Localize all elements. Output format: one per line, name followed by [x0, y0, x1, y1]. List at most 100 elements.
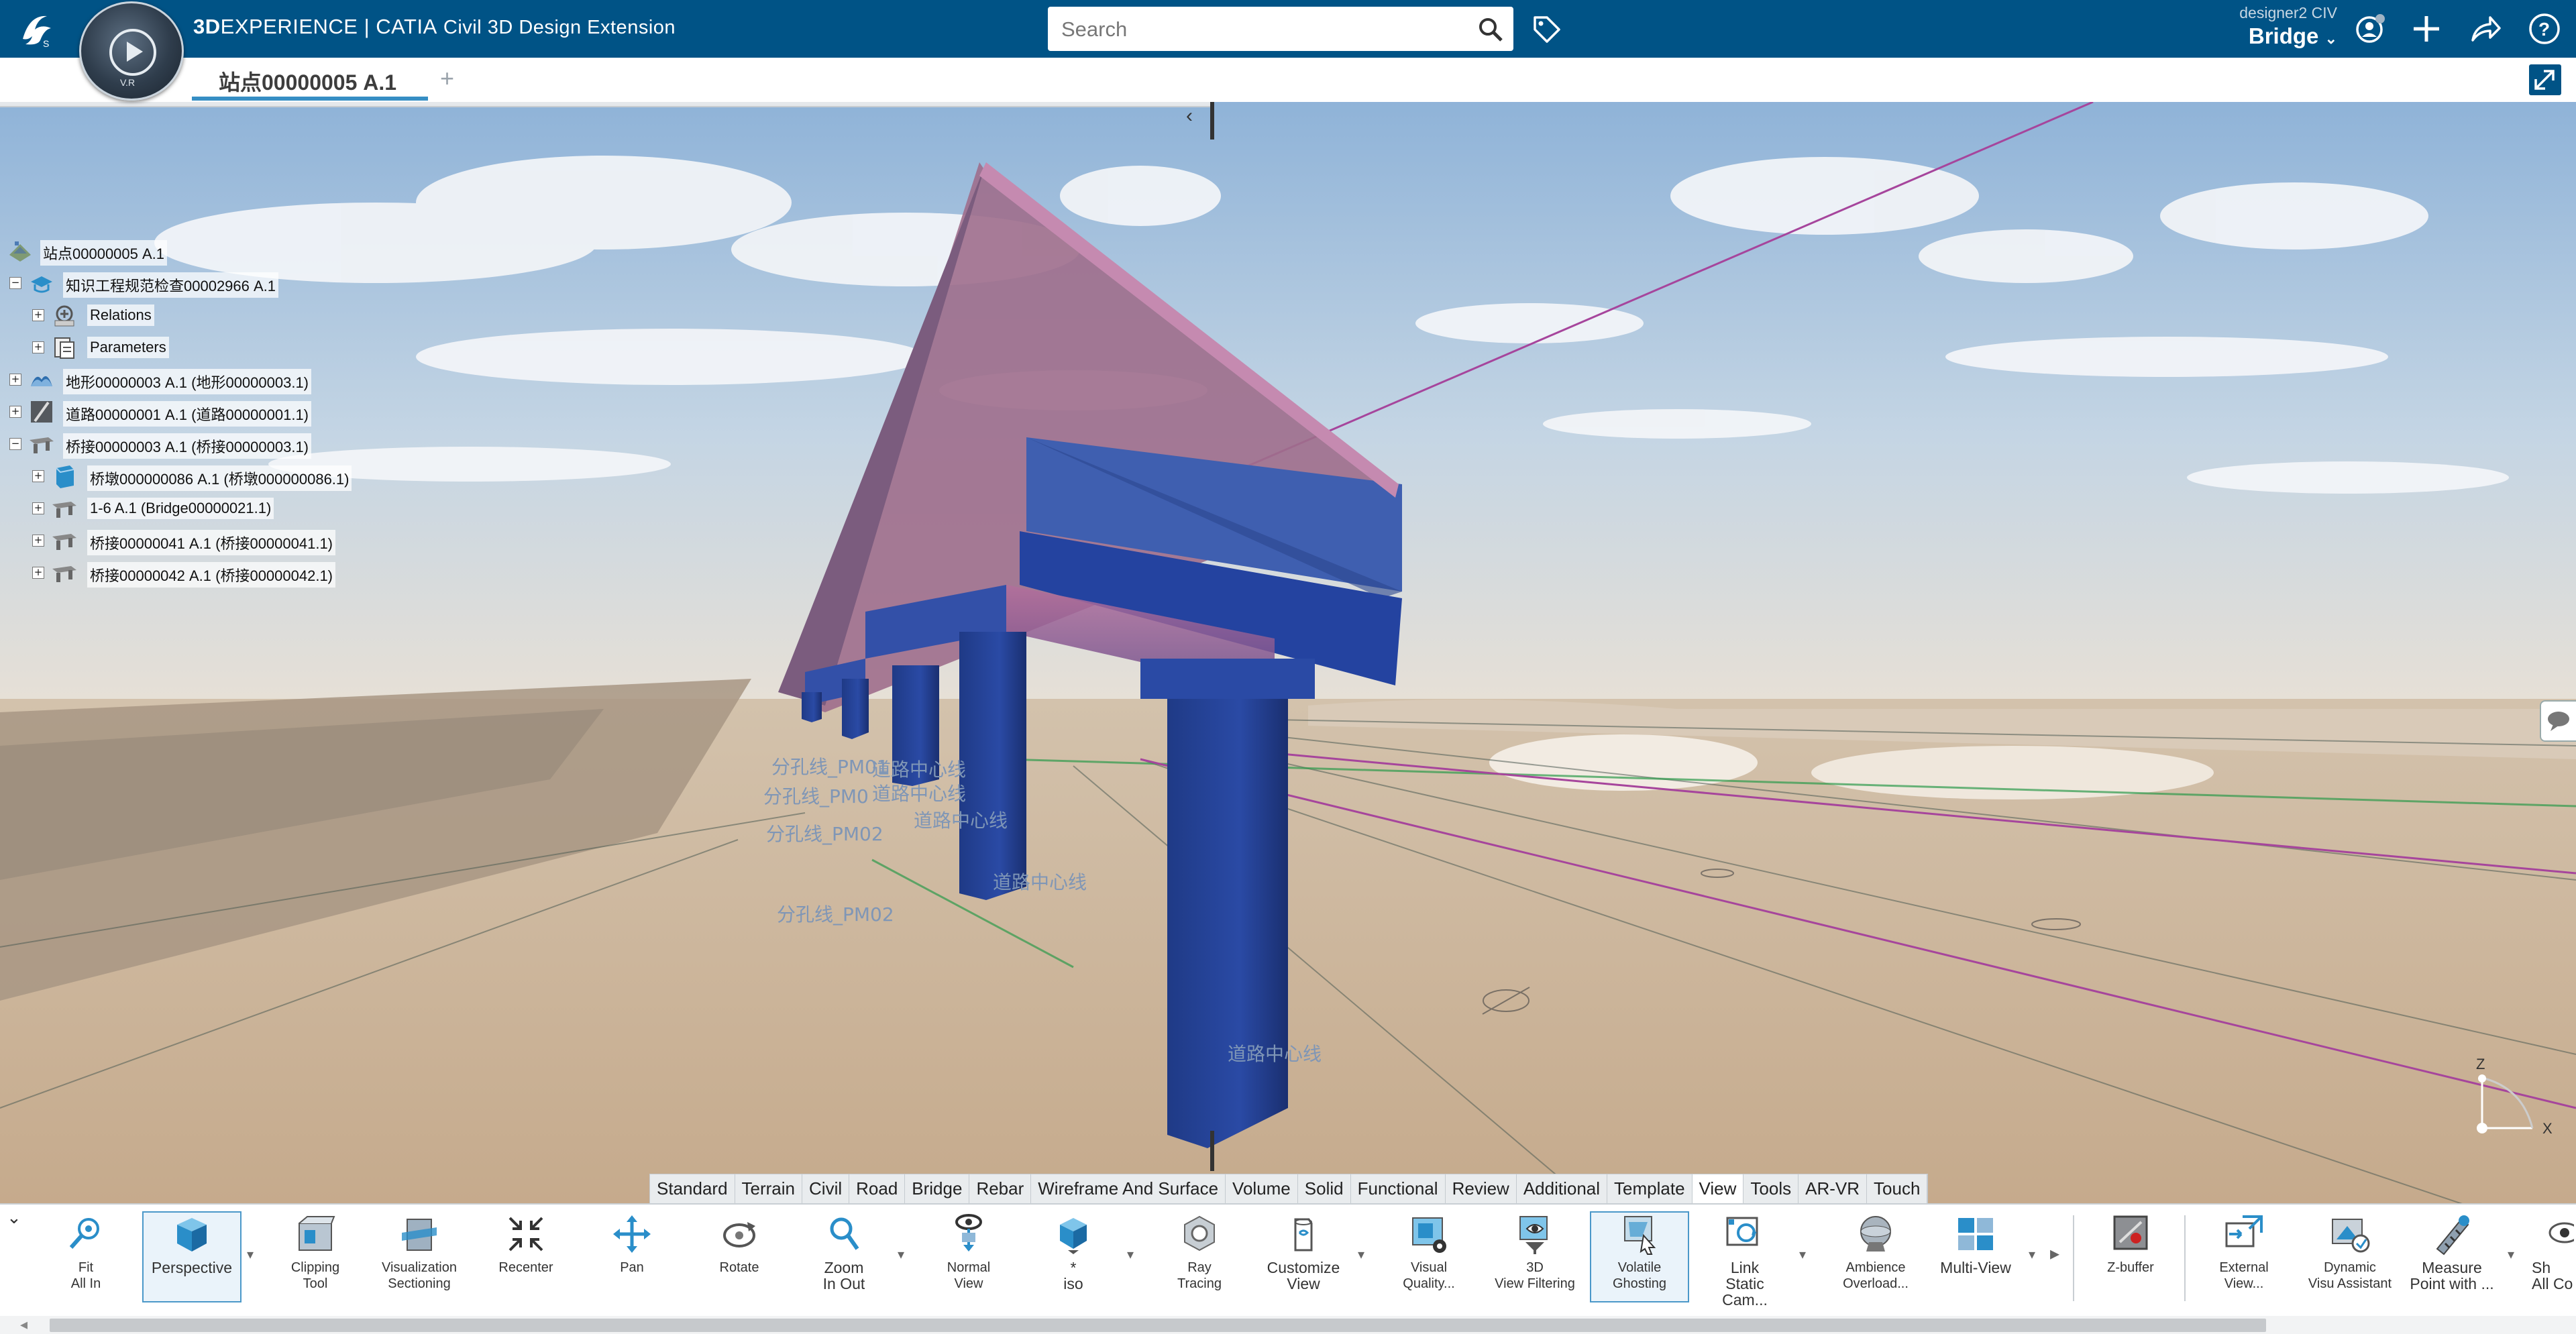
section-tab-rebar[interactable]: Rebar: [969, 1174, 1032, 1204]
z-buffer-button[interactable]: Z-buffer: [2097, 1213, 2164, 1276]
search-box[interactable]: [1048, 7, 1513, 51]
collapse-toggle[interactable]: −: [9, 277, 21, 289]
chevron-down-icon[interactable]: ▾: [2508, 1246, 2514, 1263]
external-view-button[interactable]: External View...: [2207, 1213, 2281, 1292]
expand-toggle[interactable]: +: [32, 567, 44, 579]
ray-tracing-icon: [1184, 1215, 1215, 1252]
section-tab-road[interactable]: Road: [849, 1174, 906, 1204]
section-tab-solid[interactable]: Solid: [1298, 1174, 1351, 1204]
section-tab-template[interactable]: Template: [1607, 1174, 1693, 1204]
dassault-logo-icon[interactable]: S: [17, 9, 64, 50]
section-tab-functional[interactable]: Functional: [1351, 1174, 1446, 1204]
expand-toggle[interactable]: +: [32, 341, 44, 353]
multi-view-icon: [1958, 1218, 1993, 1250]
measure-point-button[interactable]: Measure Point with ...: [2402, 1213, 2502, 1292]
visual-quality-button[interactable]: Visual Quality...: [1395, 1213, 1462, 1292]
chevron-down-icon[interactable]: ▾: [2029, 1246, 2035, 1263]
bridge-icon: [52, 566, 76, 582]
section-tab-bridge[interactable]: Bridge: [905, 1174, 970, 1204]
expand-toggle[interactable]: +: [9, 406, 21, 418]
search-input[interactable]: [1060, 16, 1465, 43]
dynamic-visu-assistant-button[interactable]: Dynamic Visu Assistant: [2300, 1213, 2400, 1292]
section-tab-wireframe-and-surface[interactable]: Wireframe And Surface: [1031, 1174, 1226, 1204]
collab-space-selector[interactable]: Bridge ⌄: [2220, 23, 2337, 49]
comment-bubble-icon[interactable]: [2540, 700, 2576, 742]
scroll-left-icon[interactable]: ◂: [20, 1316, 28, 1333]
section-tab-review[interactable]: Review: [1446, 1174, 1517, 1204]
play-icon[interactable]: [109, 29, 156, 76]
iso-view-button[interactable]: * iso: [1040, 1213, 1107, 1292]
chevron-down-icon: ⌄: [2324, 30, 2337, 47]
chevron-down-icon[interactable]: ▾: [1799, 1246, 1806, 1263]
show-all-button[interactable]: Sh All Co: [2529, 1213, 2576, 1292]
ray-tracing-button[interactable]: Ray Tracing: [1166, 1213, 1233, 1292]
section-tab-touch[interactable]: Touch: [1867, 1174, 1928, 1204]
axis-x-label: X: [2542, 1120, 2553, 1137]
section-tab-additional[interactable]: Additional: [1517, 1174, 1608, 1204]
section-tab-tools[interactable]: Tools: [1743, 1174, 1799, 1204]
collapse-toggle[interactable]: −: [9, 438, 21, 450]
horizontal-scrollbar-thumb[interactable]: [50, 1319, 2266, 1332]
link-static-camera-icon: [1726, 1217, 1758, 1246]
normal-view-button[interactable]: Normal View: [935, 1213, 1002, 1292]
expand-toggle[interactable]: +: [9, 374, 21, 386]
help-icon[interactable]: ?: [2528, 12, 2561, 46]
chevron-down-icon[interactable]: ▾: [1127, 1246, 1134, 1263]
customize-view-icon: [1294, 1218, 1313, 1252]
chevron-down-icon[interactable]: ▾: [898, 1246, 904, 1263]
scene-label: 道路中心线: [914, 810, 1008, 832]
rotate-button[interactable]: Rotate: [706, 1213, 773, 1276]
tag-icon[interactable]: [1531, 13, 1563, 46]
pan-button[interactable]: Pan: [598, 1213, 665, 1276]
expand-toggle[interactable]: +: [32, 470, 44, 482]
3d-view-filtering-button[interactable]: 3D View Filtering: [1493, 1213, 1576, 1292]
viewport-splitter-bottom[interactable]: [1210, 1131, 1214, 1171]
toolbar-separator: [2073, 1215, 2074, 1301]
panel-splitter[interactable]: [0, 102, 1212, 107]
perspective-button[interactable]: Perspective: [142, 1211, 241, 1302]
expand-toggle[interactable]: +: [32, 535, 44, 547]
expand-toggle[interactable]: +: [32, 502, 44, 514]
pan-icon: [613, 1215, 651, 1253]
chevron-down-icon[interactable]: ⌄: [7, 1207, 21, 1228]
sectioning-icon: [402, 1219, 437, 1251]
chevron-down-icon[interactable]: ▾: [247, 1246, 254, 1263]
collapse-panel-icon[interactable]: ‹: [1186, 105, 1193, 127]
recenter-button[interactable]: Recenter: [492, 1213, 559, 1276]
scene-render[interactable]: Z X: [0, 102, 2576, 1334]
link-static-camera-button[interactable]: Link Static Cam...: [1703, 1213, 1787, 1308]
3d-viewport[interactable]: Z X 分孔线_PM01 道路中心线 分孔线_PM0 道路中心线 道路中心线 分…: [0, 102, 2576, 1334]
section-tab-volume[interactable]: Volume: [1226, 1174, 1298, 1204]
chevron-right-icon[interactable]: ▸: [2050, 1242, 2059, 1264]
user-block[interactable]: designer2 CIV Bridge ⌄: [2220, 4, 2337, 49]
section-tab-standard[interactable]: Standard: [650, 1174, 735, 1204]
viewport-splitter-top[interactable]: [1210, 102, 1214, 140]
document-tab-bar: 站点00000005 A.1 +: [0, 58, 2576, 103]
fit-all-in-button[interactable]: Fit All In: [54, 1213, 118, 1292]
visualization-sectioning-button[interactable]: Visualization Sectioning: [376, 1213, 463, 1292]
compass-widget[interactable]: V.R: [79, 1, 184, 101]
zoom-icon: [830, 1217, 859, 1250]
customize-view-button[interactable]: Customize View: [1261, 1213, 1346, 1292]
share-icon[interactable]: [2469, 12, 2502, 46]
multi-view-button[interactable]: Multi-View: [1932, 1213, 2019, 1276]
volatile-ghosting-button[interactable]: Volatile Ghosting: [1590, 1211, 1689, 1302]
section-tab-view[interactable]: View: [1692, 1174, 1744, 1204]
add-icon[interactable]: [2410, 12, 2443, 46]
clipping-tool-button[interactable]: Clipping Tool: [282, 1213, 349, 1292]
ambience-overload-button[interactable]: Ambience Overload...: [1835, 1213, 1916, 1292]
zoom-in-out-button[interactable]: Zoom In Out: [805, 1213, 883, 1292]
section-tab-civil[interactable]: Civil: [802, 1174, 850, 1204]
toolbar-separator: [2184, 1215, 2186, 1301]
add-tab-button[interactable]: +: [440, 64, 454, 93]
section-tab-ar-vr[interactable]: AR-VR: [1799, 1174, 1868, 1204]
user-profile-icon[interactable]: [2353, 12, 2387, 46]
visual-quality-icon: [1412, 1217, 1446, 1253]
tab-active-document[interactable]: 站点00000005 A.1: [192, 58, 428, 101]
clipping-tool-icon: [299, 1216, 335, 1251]
search-icon[interactable]: [1477, 16, 1504, 43]
fullscreen-icon[interactable]: [2529, 64, 2561, 95]
expand-toggle[interactable]: +: [32, 309, 44, 321]
chevron-down-icon[interactable]: ▾: [1358, 1246, 1364, 1263]
section-tab-terrain[interactable]: Terrain: [735, 1174, 803, 1204]
